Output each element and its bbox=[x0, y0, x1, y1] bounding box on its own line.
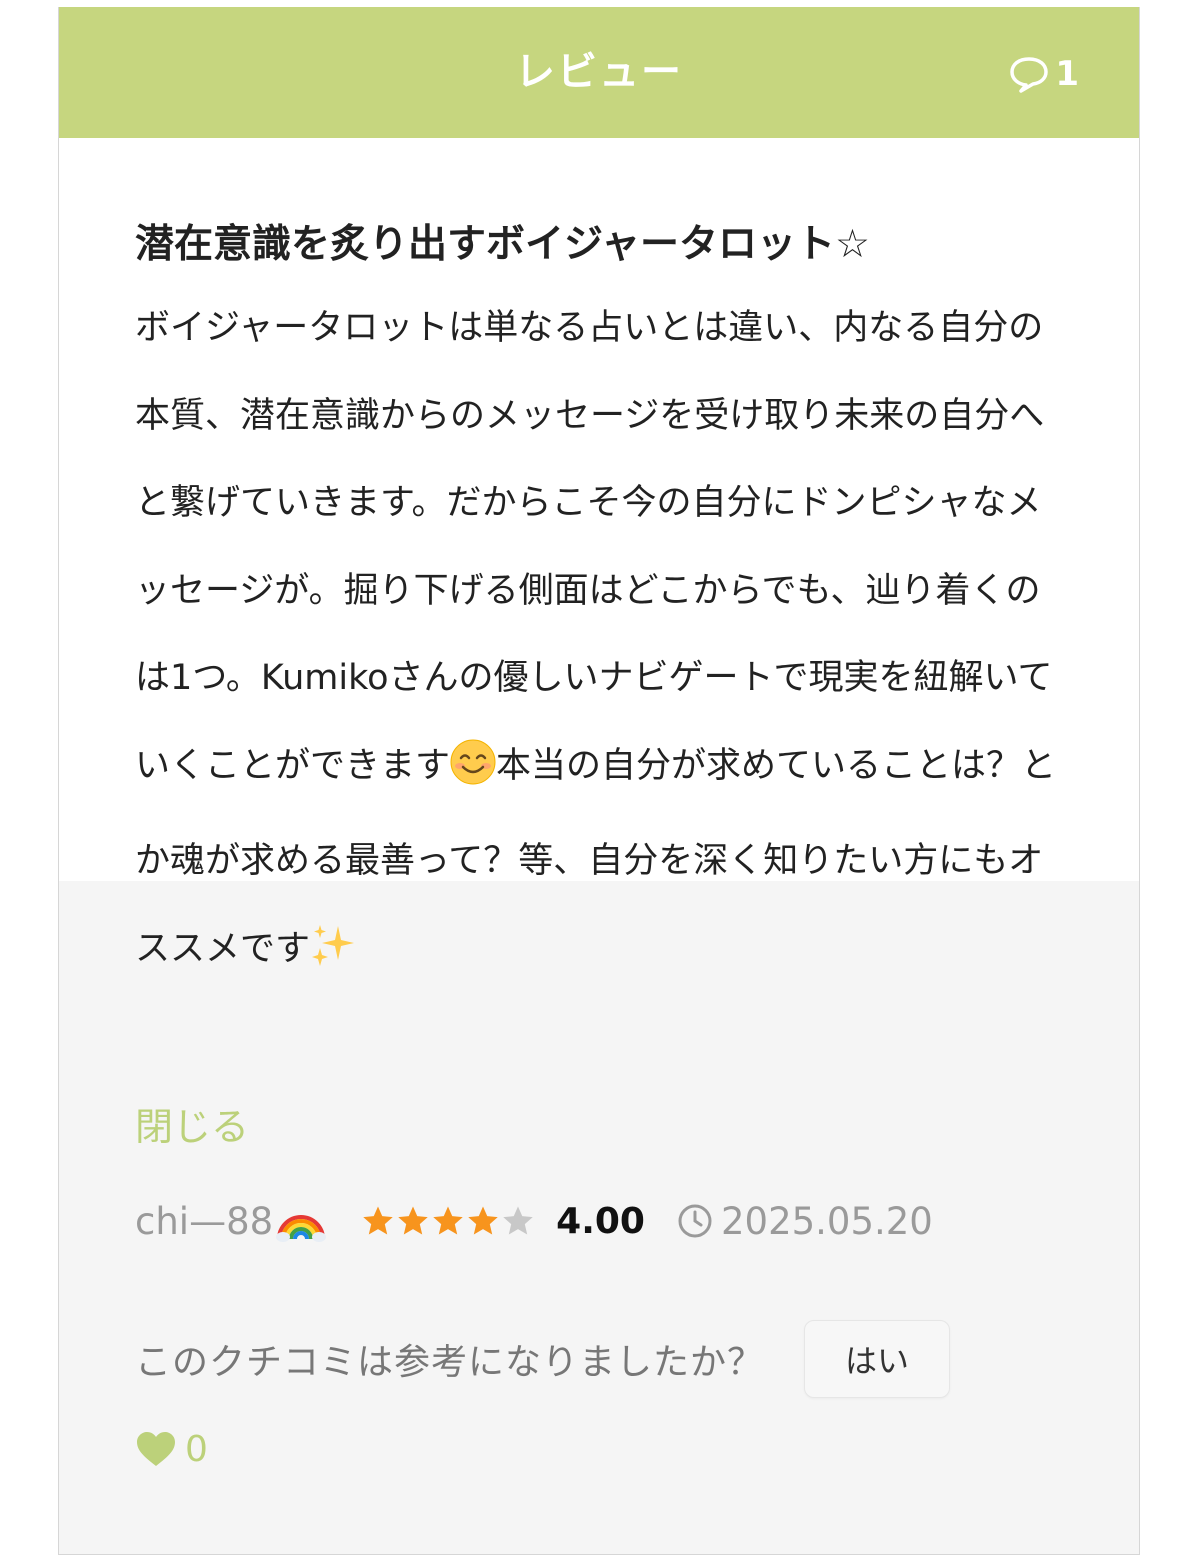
review-body: ボイジャータロットは単なる占いとは違い、内なる自分の本質、潜在意識からのメッセー… bbox=[135, 285, 1075, 1001]
helpful-question: このクチコミは参考になりましたか？ bbox=[135, 1342, 765, 1383]
review-content: 潜在意識を炙り出すボイジャータロット☆ ボイジャータロットは単なる占いとは違い、… bbox=[135, 219, 1075, 1001]
like-button[interactable]: 0 bbox=[135, 1425, 208, 1473]
sparkles-emoji-icon bbox=[310, 914, 356, 1002]
review-body-text-1: ボイジャータロットは単なる占いとは違い、内なる自分の本質、潜在意識からのメッセー… bbox=[135, 308, 1053, 786]
rating-value: 4.00 bbox=[556, 1200, 645, 1242]
review-header: レビュー 1 bbox=[59, 7, 1139, 138]
comment-count-button[interactable]: 1 bbox=[1009, 54, 1079, 94]
review-date: 2025.05.20 bbox=[677, 1200, 933, 1243]
star-filled-icon bbox=[433, 1206, 463, 1235]
review-title: 潜在意識を炙り出すボイジャータロット☆ bbox=[135, 222, 871, 267]
review-card: レビュー 1 潜在意識を炙り出すボイジャータロット☆ ボイジャータロットは単なる… bbox=[58, 7, 1140, 1555]
review-meta: chi—88 4.00 2025.05.20 bbox=[135, 1195, 933, 1247]
star-filled-icon bbox=[363, 1206, 393, 1235]
star-filled-icon bbox=[398, 1206, 428, 1235]
rainbow-emoji-icon bbox=[275, 1195, 327, 1247]
star-filled-icon bbox=[468, 1206, 498, 1235]
reviewer-username[interactable]: chi—88 bbox=[135, 1200, 273, 1243]
helpful-section: このクチコミは参考になりましたか？ はい bbox=[135, 1319, 951, 1399]
like-count: 0 bbox=[185, 1428, 208, 1470]
star-empty-icon bbox=[503, 1206, 533, 1235]
heart-icon bbox=[137, 1432, 175, 1466]
review-date-value: 2025.05.20 bbox=[720, 1199, 933, 1243]
comment-count-value: 1 bbox=[1055, 54, 1079, 94]
clock-icon bbox=[678, 1204, 712, 1238]
header-title: レビュー bbox=[515, 49, 683, 95]
close-link[interactable]: 閉じる bbox=[135, 1102, 249, 1152]
smiling-face-emoji-icon bbox=[450, 731, 496, 819]
helpful-yes-button[interactable]: はい bbox=[804, 1320, 951, 1398]
speech-bubble-icon bbox=[1010, 57, 1049, 93]
star-rating bbox=[361, 1204, 536, 1238]
